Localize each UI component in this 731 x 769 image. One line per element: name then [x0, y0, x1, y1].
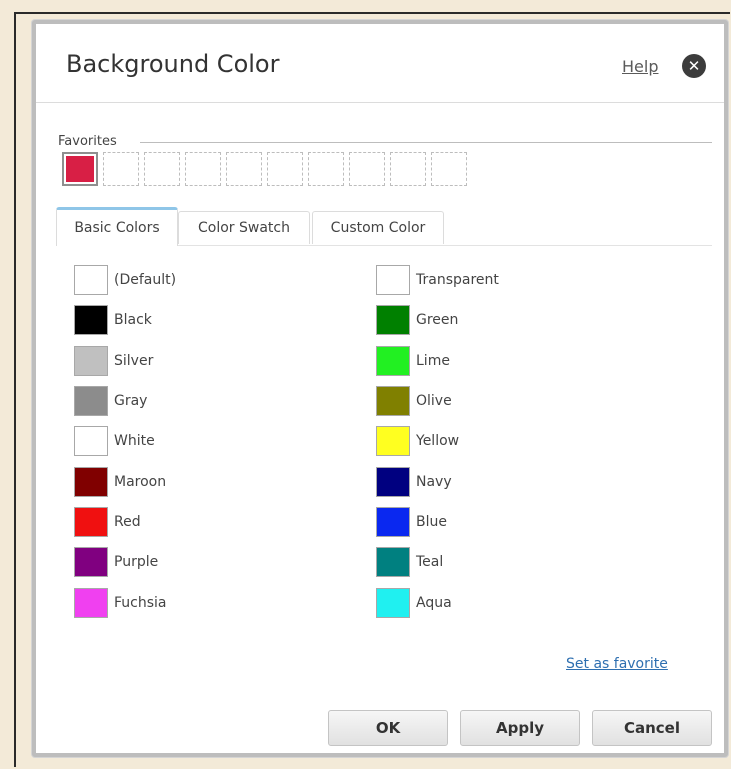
favorite-slot[interactable] [308, 152, 344, 186]
cancel-button[interactable]: Cancel [592, 710, 712, 746]
color-label: Transparent [416, 272, 499, 289]
color-swatch [74, 345, 108, 376]
color-swatch [74, 547, 108, 578]
color-label: (Default) [114, 272, 177, 289]
color-swatch [74, 265, 108, 296]
color-swatch [376, 547, 410, 578]
color-swatch [74, 466, 108, 497]
color-label: Olive [416, 393, 452, 410]
color-swatch [74, 426, 108, 457]
color-label: Yellow [416, 433, 460, 450]
close-icon[interactable]: ✕ [682, 54, 706, 78]
color-label: White [114, 433, 155, 450]
color-label: Maroon [114, 473, 167, 490]
color-option[interactable]: Gray [74, 381, 176, 421]
color-label: Silver [114, 352, 154, 369]
help-link[interactable]: Help [622, 57, 658, 76]
favorites-row [62, 152, 467, 186]
color-option[interactable]: Red [74, 502, 176, 542]
favorite-color-fill [66, 156, 94, 182]
apply-button[interactable]: Apply [460, 710, 580, 746]
favorite-slot[interactable] [267, 152, 303, 186]
color-option[interactable]: White [74, 421, 176, 461]
favorite-slot[interactable] [390, 152, 426, 186]
ok-button[interactable]: OK [328, 710, 448, 746]
color-label: Purple [114, 554, 159, 571]
color-option[interactable]: Purple [74, 542, 176, 582]
color-swatch [376, 506, 410, 537]
color-swatch [376, 426, 410, 457]
favorite-slot[interactable] [62, 152, 98, 186]
color-swatch [376, 265, 410, 296]
color-swatch [376, 466, 410, 497]
color-label: Blue [416, 513, 447, 530]
color-option[interactable]: Maroon [74, 461, 176, 501]
color-option[interactable]: Yellow [376, 421, 499, 461]
color-option[interactable]: (Default) [74, 260, 176, 300]
color-option[interactable]: Blue [376, 502, 499, 542]
tab-basic-colors[interactable]: Basic Colors [56, 207, 178, 246]
title-divider [36, 102, 724, 103]
color-label: Black [114, 312, 152, 329]
favorite-slot[interactable] [431, 152, 467, 186]
color-label: Gray [114, 393, 148, 410]
color-label: Teal [416, 554, 444, 571]
tab-custom-color[interactable]: Custom Color [312, 211, 444, 244]
color-option[interactable]: Black [74, 300, 176, 340]
color-swatch [74, 587, 108, 618]
basic-colors-left-column: (Default) Black Silver Gray White Maroon Red Pu… [74, 260, 176, 623]
favorite-slot[interactable] [185, 152, 221, 186]
favorites-legend: Favorites [58, 134, 117, 149]
color-swatch [376, 305, 410, 336]
color-swatch [74, 305, 108, 336]
color-label: Green [416, 312, 459, 329]
color-label: Fuchsia [114, 594, 167, 611]
color-label: Red [114, 513, 141, 530]
color-swatch [74, 506, 108, 537]
color-option[interactable]: Green [376, 300, 499, 340]
favorite-slot[interactable] [144, 152, 180, 186]
color-swatch [376, 386, 410, 417]
color-swatch [376, 345, 410, 376]
color-swatch [74, 386, 108, 417]
basic-colors-right-column: Transparent Green Lime Olive Yellow Navy Blue T… [376, 260, 499, 623]
color-option[interactable]: Aqua [376, 582, 499, 622]
color-option[interactable]: Teal [376, 542, 499, 582]
set-as-favorite-link[interactable]: Set as favorite [566, 656, 668, 672]
dialog-title: Background Color [66, 50, 280, 78]
background-color-dialog: Background Color Help ✕ Favorites Basic … [32, 20, 728, 757]
color-option[interactable]: Olive [376, 381, 499, 421]
color-option[interactable]: Lime [376, 341, 499, 381]
color-label: Navy [416, 473, 452, 490]
tab-color-swatch[interactable]: Color Swatch [178, 211, 310, 244]
color-option[interactable]: Fuchsia [74, 582, 176, 622]
favorite-slot[interactable] [103, 152, 139, 186]
color-option[interactable]: Silver [74, 341, 176, 381]
color-option[interactable]: Transparent [376, 260, 499, 300]
favorites-divider [140, 142, 712, 143]
color-label: Lime [416, 352, 450, 369]
favorite-slot[interactable] [226, 152, 262, 186]
favorite-slot[interactable] [349, 152, 385, 186]
color-label: Aqua [416, 594, 452, 611]
color-tabs: Basic Colors Color Swatch Custom Color [56, 207, 712, 246]
color-swatch [376, 587, 410, 618]
color-option[interactable]: Navy [376, 461, 499, 501]
